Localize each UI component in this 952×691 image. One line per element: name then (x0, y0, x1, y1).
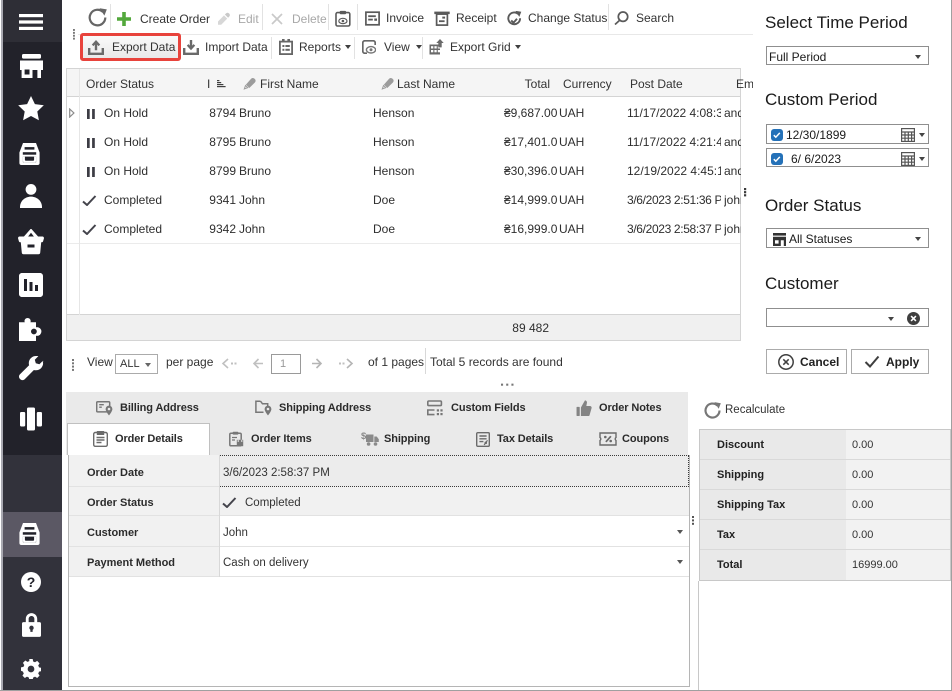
svg-text:?: ? (27, 574, 36, 590)
